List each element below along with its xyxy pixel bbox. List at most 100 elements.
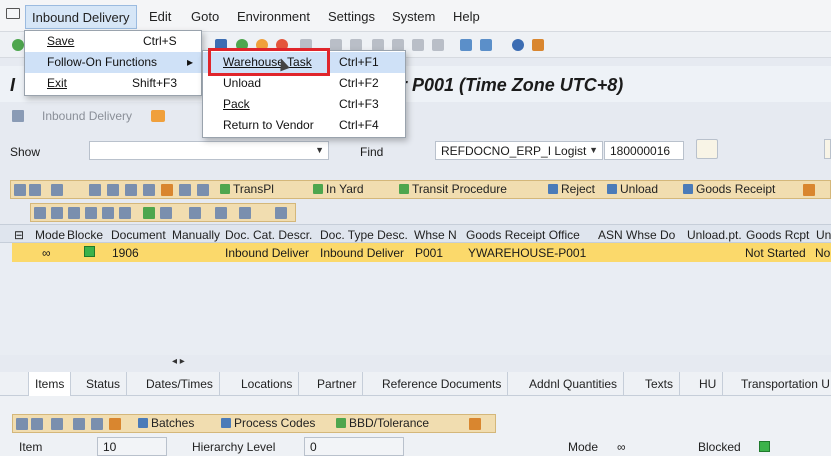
- help-icon[interactable]: [512, 39, 524, 51]
- sum-icon[interactable]: [143, 207, 155, 219]
- inbound-delivery-menu: Save Ctrl+S Follow-On Functions ▸ Exit S…: [24, 30, 202, 96]
- find-icon[interactable]: [85, 207, 97, 219]
- col-blocked[interactable]: Blocke: [67, 228, 103, 242]
- tab-dates-times[interactable]: Dates/Times: [140, 372, 220, 396]
- table-settings-icon[interactable]: ⊟: [14, 228, 24, 242]
- horizontal-scroll-arrows[interactable]: ◂ ▸: [172, 356, 185, 367]
- process-codes-button[interactable]: Process Codes: [218, 415, 318, 432]
- sort-descending-icon[interactable]: [68, 207, 80, 219]
- move-up-icon[interactable]: [16, 418, 28, 430]
- move-down-icon[interactable]: [31, 418, 43, 430]
- menu-settings[interactable]: Settings: [328, 9, 375, 24]
- edit-icon[interactable]: [107, 184, 119, 196]
- details-icon[interactable]: [51, 184, 63, 196]
- new-session-icon[interactable]: [460, 39, 472, 51]
- tab-locations[interactable]: Locations: [235, 372, 300, 396]
- inbound-delivery-button[interactable]: Inbound Delivery: [42, 109, 132, 123]
- menu-goto[interactable]: Goto: [191, 9, 219, 24]
- menu-system[interactable]: System: [392, 9, 435, 24]
- tab-texts[interactable]: Texts: [639, 372, 681, 396]
- transit-procedure-button[interactable]: Transit Procedure: [396, 181, 510, 198]
- hierarchy-level-field[interactable]: 0: [304, 437, 404, 456]
- col-unload-pt[interactable]: Unload.pt.: [687, 228, 742, 242]
- menu-environment[interactable]: Environment: [237, 9, 310, 24]
- bbd-tolerance-button[interactable]: BBD/Tolerance: [333, 415, 432, 432]
- lock-icon[interactable]: [161, 184, 173, 196]
- menu-item-save[interactable]: Save Ctrl+S: [25, 31, 201, 52]
- next-page-icon[interactable]: [412, 39, 424, 51]
- menu-item-exit[interactable]: Exit Shift+F3: [25, 73, 201, 94]
- table-row[interactable]: ∞ 1906 Inbound Deliver Inbound Deliver P…: [12, 243, 831, 262]
- shortcut-icon[interactable]: [480, 39, 492, 51]
- subtotal-icon[interactable]: [160, 207, 172, 219]
- in-yard-button[interactable]: In Yard: [310, 181, 367, 198]
- more-options-edge[interactable]: [824, 139, 831, 159]
- col-manually[interactable]: Manually: [172, 228, 220, 242]
- more-actions-icon[interactable]: [803, 184, 815, 196]
- delivery-icon[interactable]: [151, 110, 165, 122]
- transpl-button[interactable]: TransPl: [217, 181, 277, 198]
- col-asn[interactable]: ASN: [598, 228, 623, 242]
- whse-cell: P001: [415, 246, 444, 260]
- find-field-select[interactable]: REFDOCNO_ERP_I Logist ▼: [435, 141, 603, 160]
- col-doc-type[interactable]: Doc. Type Desc.: [320, 228, 408, 242]
- menu-item-follow-on-functions[interactable]: Follow-On Functions ▸: [25, 52, 201, 73]
- delete-icon[interactable]: [91, 418, 103, 430]
- layout-menu-icon[interactable]: [532, 39, 544, 51]
- filter-options-icon[interactable]: [119, 207, 131, 219]
- unload-button[interactable]: Unload: [604, 181, 661, 198]
- delete-icon[interactable]: [143, 184, 155, 196]
- print-icon[interactable]: [189, 207, 201, 219]
- find-value: 180000016: [610, 144, 671, 158]
- filter-icon[interactable]: [102, 207, 114, 219]
- tab-reference-documents[interactable]: Reference Documents: [376, 372, 509, 396]
- zoom-icon[interactable]: [34, 207, 46, 219]
- col-mode[interactable]: Mode: [35, 228, 65, 242]
- col-un[interactable]: Un: [816, 228, 831, 242]
- goods-receipt-button[interactable]: Goods Receipt: [680, 181, 778, 198]
- tab-hu[interactable]: HU: [693, 372, 724, 396]
- more-actions-icon[interactable]: [469, 418, 481, 430]
- col-gr-office[interactable]: Goods Receipt Office: [466, 228, 580, 242]
- menu-item-save-shortcut: Ctrl+S: [143, 34, 177, 48]
- export-icon[interactable]: [239, 207, 251, 219]
- col-document[interactable]: Document: [111, 228, 166, 242]
- chevron-down-icon: ▼: [315, 145, 324, 155]
- window-menu-icon[interactable]: [6, 8, 20, 19]
- menu-help[interactable]: Help: [453, 9, 480, 24]
- sort-ascending-icon[interactable]: [51, 207, 63, 219]
- execute-find-icon[interactable]: [696, 139, 718, 159]
- layout-icon[interactable]: [275, 207, 287, 219]
- save-icon[interactable]: [197, 184, 209, 196]
- tab-status[interactable]: Status: [80, 372, 128, 396]
- col-goods-rcpt[interactable]: Goods Rcpt: [746, 228, 809, 242]
- menu-item-pack[interactable]: Pack Ctrl+F3: [203, 94, 405, 115]
- confirm-icon[interactable]: [12, 39, 24, 51]
- views-icon[interactable]: [215, 207, 227, 219]
- create-icon[interactable]: [89, 184, 101, 196]
- tab-partner[interactable]: Partner: [311, 372, 364, 396]
- show-select[interactable]: ▼: [89, 141, 329, 160]
- find-value-input[interactable]: 180000016: [604, 141, 684, 160]
- item-field[interactable]: 10: [97, 437, 167, 456]
- col-doc-cat[interactable]: Doc. Cat. Descr.: [225, 228, 312, 242]
- grid-icon[interactable]: [109, 418, 121, 430]
- tab-transportation[interactable]: Transportation U: [735, 372, 831, 396]
- reject-button[interactable]: Reject: [545, 181, 598, 198]
- create-icon[interactable]: [73, 418, 85, 430]
- last-page-icon[interactable]: [432, 39, 444, 51]
- mode-icon[interactable]: [125, 184, 137, 196]
- menu-edit[interactable]: Edit: [149, 9, 171, 24]
- refresh-icon[interactable]: [179, 184, 191, 196]
- menu-inbound-delivery[interactable]: Inbound Delivery: [25, 5, 137, 29]
- menu-item-unload[interactable]: Unload Ctrl+F2: [203, 73, 405, 94]
- batches-button[interactable]: Batches: [135, 415, 197, 432]
- col-whse[interactable]: Whse N: [414, 228, 457, 242]
- details-icon[interactable]: [51, 418, 63, 430]
- col-whse-do[interactable]: Whse Do: [626, 228, 675, 242]
- tab-addnl-quantities[interactable]: Addnl Quantities: [523, 372, 625, 396]
- tab-items[interactable]: Items: [28, 372, 72, 396]
- menu-item-return-to-vendor[interactable]: Return to Vendor Ctrl+F4: [203, 115, 405, 136]
- move-down-icon[interactable]: [29, 184, 41, 196]
- move-up-icon[interactable]: [14, 184, 26, 196]
